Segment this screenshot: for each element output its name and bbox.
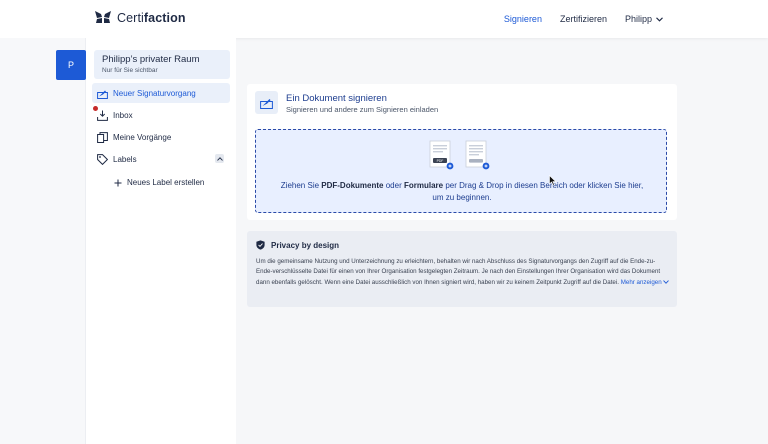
form-document-icon (465, 140, 490, 170)
space-avatar[interactable]: P (56, 50, 86, 80)
chevron-down-icon (656, 16, 663, 22)
nav-signieren[interactable]: Signieren (495, 14, 551, 24)
new-label-button[interactable]: Neues Label erstellen (114, 178, 204, 187)
space-header[interactable]: Philipp’s privater Raum Nur für Sie sich… (94, 50, 230, 79)
privacy-notice: Privacy by design Um die gemeinsame Nutz… (247, 231, 677, 307)
butterfly-logo-icon (95, 11, 111, 23)
top-header: Certifaction Signieren Zertifizieren Phi… (0, 0, 768, 38)
pdf-badge: PDF (437, 159, 444, 163)
sidebar-item-label: Inbox (113, 110, 133, 120)
sidebar-item-labels[interactable]: Labels (92, 149, 230, 169)
sidebar-item-new-signing[interactable]: Neuer Signaturvorgang (92, 83, 230, 103)
inbox-notification-dot (93, 106, 98, 111)
chevron-down-icon (663, 280, 670, 284)
card-title: Ein Dokument signieren (286, 93, 387, 104)
brand-logo[interactable]: Certifaction (94, 10, 186, 25)
sidebar-item-label: Labels (113, 154, 137, 164)
brand-name: Certifaction (117, 10, 186, 25)
tag-icon (97, 153, 108, 165)
sidebar-item-label: Neuer Signaturvorgang (113, 88, 196, 98)
mouse-cursor-icon (549, 175, 557, 186)
space-subtitle: Nur für Sie sichtbar (102, 67, 158, 74)
sidebar-item-inbox[interactable]: Inbox (92, 105, 230, 125)
shield-check-icon (256, 240, 265, 250)
sidebar-item-label: Meine Vorgänge (113, 132, 172, 142)
chevron-up-icon (216, 156, 223, 161)
pdf-document-icon: PDF (429, 140, 454, 170)
documents-icon (97, 131, 108, 143)
sign-document-icon (260, 99, 273, 109)
space-rail (0, 38, 86, 444)
collapse-labels-button[interactable] (215, 154, 224, 163)
user-menu[interactable]: Philipp (616, 14, 672, 24)
sidebar: Philipp’s privater Raum Nur für Sie sich… (86, 38, 236, 444)
show-more-link[interactable]: Mehr anzeigen (621, 279, 670, 286)
main-nav: Signieren Zertifizieren Philipp (495, 0, 672, 38)
privacy-text: Um die gemeinsame Nutzung und Unterzeich… (256, 257, 670, 288)
nav-zertifizieren[interactable]: Zertifizieren (551, 14, 616, 24)
plus-icon (114, 179, 122, 186)
file-drop-zone[interactable]: PDF Ziehen Sie PDF-Dokumente oder Formul… (255, 129, 667, 213)
new-label-text: Neues Label erstellen (127, 178, 205, 187)
space-title: Philipp’s privater Raum (102, 54, 200, 65)
user-name: Philipp (624, 14, 652, 24)
privacy-header: Privacy by design (256, 240, 339, 250)
card-subtitle: Signieren und andere zum Signieren einla… (286, 105, 439, 114)
sidebar-item-my-processes[interactable]: Meine Vorgänge (92, 127, 230, 147)
sign-card-icon (255, 91, 278, 114)
sign-document-icon (97, 90, 108, 99)
privacy-title: Privacy by design (271, 240, 340, 250)
sign-document-card: Ein Dokument signieren Signieren und and… (247, 84, 677, 220)
drop-zone-instructions: Ziehen Sie PDF-Dokumente oder Formulare … (280, 181, 644, 202)
inbox-icon (97, 110, 108, 121)
